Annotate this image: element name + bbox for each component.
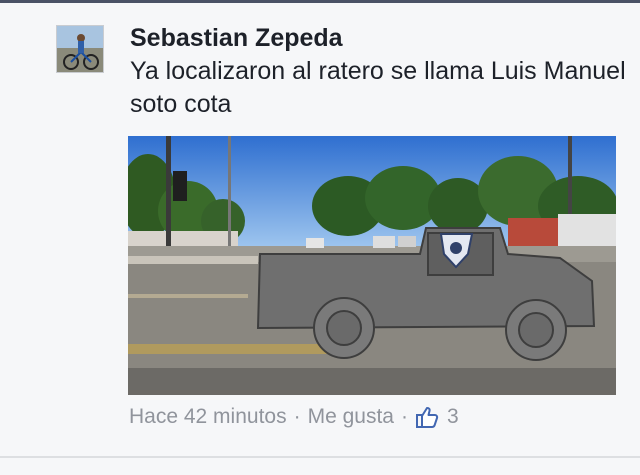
comment-author[interactable]: Sebastian Zepeda (130, 22, 343, 54)
comment: Sebastian Zepeda Ya localizaron al rater… (0, 3, 640, 456)
avatar-image (57, 26, 103, 72)
separator: · (400, 405, 408, 428)
avatar[interactable] (56, 25, 104, 73)
separator: · (293, 405, 301, 428)
thumbs-up-icon (415, 405, 439, 429)
like-count[interactable]: 3 (415, 405, 459, 429)
like-count-value: 3 (446, 405, 459, 428)
like-button[interactable]: Me gusta (308, 405, 394, 429)
street-scene-image (128, 136, 616, 395)
comment-text: Ya localizaron al ratero se llama Luis M… (130, 57, 626, 118)
comment-meta: Hace 42 minutos · Me gusta · 3 (129, 402, 459, 432)
comment-photo[interactable] (128, 136, 616, 395)
bottom-border (0, 456, 640, 458)
comment-timestamp[interactable]: Hace 42 minutos (129, 405, 287, 429)
